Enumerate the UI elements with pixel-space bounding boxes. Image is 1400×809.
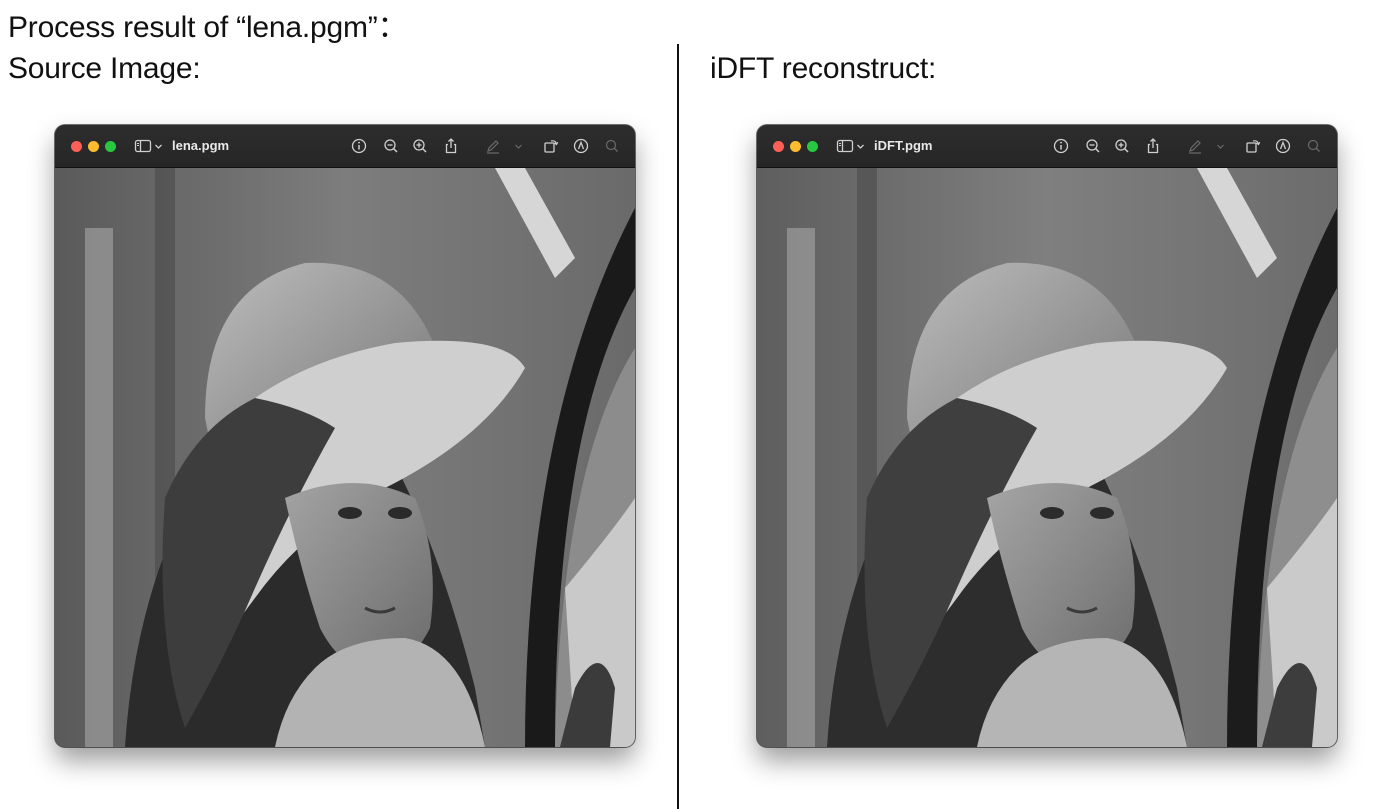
markup-menu-chevron-icon[interactable] [1216,137,1225,155]
source-image-label: Source Image: [8,52,201,85]
markup-pen-icon[interactable] [484,137,502,155]
window-title: lena.pgm [172,138,230,153]
preview-window-source[interactable]: lena.pgm [55,125,635,747]
chevron-down-icon[interactable] [154,137,163,155]
rotate-icon[interactable] [1244,137,1262,155]
minimize-button[interactable] [88,141,99,152]
close-button[interactable] [71,141,82,152]
share-icon[interactable] [1144,137,1162,155]
window-title: iDFT.pgm [874,138,933,153]
info-icon[interactable] [1052,137,1070,155]
sidebar-toggle-icon[interactable] [836,137,854,155]
minimize-button[interactable] [790,141,801,152]
zoom-in-icon[interactable] [411,137,429,155]
search-icon[interactable] [1305,137,1323,155]
markup-pen-icon[interactable] [1186,137,1204,155]
rotate-icon[interactable] [542,137,560,155]
vertical-divider [677,44,679,809]
close-button[interactable] [773,141,784,152]
zoom-out-icon[interactable] [382,137,400,155]
image-canvas [55,168,635,747]
zoom-in-icon[interactable] [1113,137,1131,155]
zoom-button[interactable] [105,141,116,152]
info-icon[interactable] [350,137,368,155]
zoom-button[interactable] [807,141,818,152]
zoom-out-icon[interactable] [1084,137,1102,155]
window-titlebar[interactable]: iDFT.pgm [757,125,1337,168]
window-titlebar[interactable]: lena.pgm [55,125,635,168]
markup-circle-icon[interactable] [572,137,590,155]
chevron-down-icon[interactable] [856,137,865,155]
sidebar-toggle-icon[interactable] [134,137,152,155]
image-canvas [757,168,1337,747]
preview-window-idft[interactable]: iDFT.pgm [757,125,1337,747]
share-icon[interactable] [442,137,460,155]
page-heading: Process result of “lena.pgm”： [8,11,408,44]
search-icon[interactable] [603,137,621,155]
markup-circle-icon[interactable] [1274,137,1292,155]
markup-menu-chevron-icon[interactable] [514,137,523,155]
idft-reconstruct-label: iDFT reconstruct: [710,52,937,85]
